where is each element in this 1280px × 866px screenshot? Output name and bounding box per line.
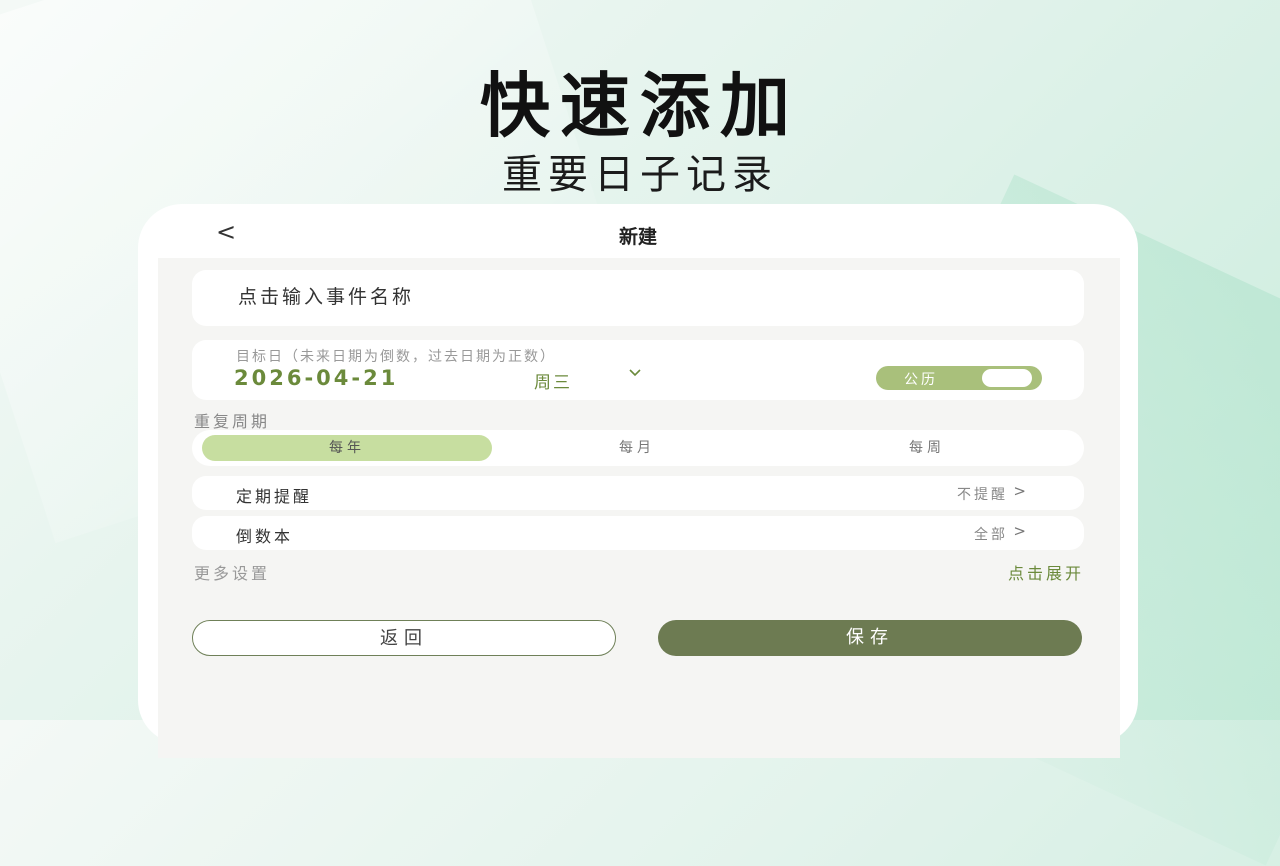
countdown-book-label: 倒数本 [236, 527, 294, 546]
repeat-option-yearly[interactable]: 每年 [202, 435, 492, 461]
toggle-label: 公历 [904, 372, 938, 388]
more-settings-label: 更多设置 [194, 564, 271, 583]
reminder-row[interactable]: 定期提醒 不提醒 > [192, 476, 1084, 510]
expand-more-settings-link[interactable]: 点击展开 [1008, 560, 1084, 584]
countdown-book-row[interactable]: 倒数本 全部 > [192, 516, 1084, 550]
hero-title: 快速添加 [480, 65, 800, 147]
repeat-option-monthly[interactable]: 每月 [492, 435, 782, 461]
page-title: 新建 [618, 226, 657, 248]
phone-screen: < 新建 目标日（未来日期为倒数，过去日期为正数） 2026-04-21 周三 … [138, 204, 1138, 758]
event-name-input[interactable] [236, 285, 1040, 309]
chevron-right-icon: > [1013, 522, 1026, 540]
countdown-book-value: 全部 [974, 527, 1008, 543]
date-picker[interactable]: 2026-04-21 [234, 366, 398, 390]
repeat-cycle-segmented-control: 每年 每月 每周 [192, 430, 1084, 466]
chevron-down-icon[interactable] [628, 366, 642, 382]
event-name-card [192, 270, 1084, 326]
reminder-label: 定期提醒 [236, 487, 313, 506]
target-date-label: 目标日（未来日期为倒数，过去日期为正数） [236, 349, 556, 365]
target-date-card: 目标日（未来日期为倒数，过去日期为正数） 2026-04-21 周三 公历 [192, 340, 1084, 400]
repeat-option-weekly[interactable]: 每周 [782, 435, 1072, 461]
weekday-label: 周三 [534, 373, 572, 393]
calendar-type-toggle[interactable]: 公历 [876, 366, 1042, 390]
form-container: 目标日（未来日期为倒数，过去日期为正数） 2026-04-21 周三 公历 重复… [158, 258, 1120, 758]
reminder-value: 不提醒 [957, 487, 1008, 503]
chevron-right-icon: > [1013, 482, 1026, 500]
save-button[interactable]: 保存 [658, 620, 1082, 656]
back-button[interactable]: 返回 [192, 620, 616, 656]
hero-subtitle: 重要日子记录 [502, 152, 778, 198]
toggle-knob [982, 369, 1032, 387]
repeat-cycle-label: 重复周期 [194, 412, 271, 431]
